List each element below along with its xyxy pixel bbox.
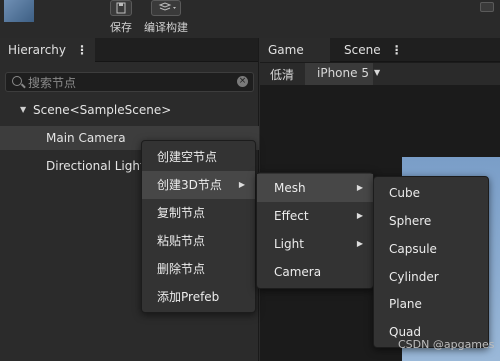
menu-item-label: Camera [274, 265, 322, 279]
menu-item-sphere[interactable]: Sphere [374, 207, 488, 235]
tab-hierarchy-label: Hierarchy [8, 43, 67, 57]
menu-item-camera[interactable]: Camera [257, 258, 373, 286]
device-label: iPhone 5 [317, 66, 369, 80]
top-toolbar: 保存 编译构建 [0, 0, 500, 38]
menu-item-paste[interactable]: 粘贴节点 [142, 227, 255, 255]
hierarchy-tabbar: Hierarchy ⋮ [0, 38, 258, 62]
submenu-arrow-icon: ▶ [356, 239, 363, 248]
submenu-mesh: Cube Sphere Capsule Cylinder Plane Quad [373, 176, 489, 348]
quality-button[interactable]: 低清 [270, 66, 294, 83]
menu-item-label: Cylinder [389, 270, 439, 284]
build-label: 编译构建 [144, 21, 188, 34]
menu-item-label: 删除节点 [157, 262, 206, 276]
menu-item-plane[interactable]: Plane [374, 290, 488, 318]
directional-light-label: Directional Light [46, 159, 145, 173]
menu-item-capsule[interactable]: Capsule [374, 235, 488, 263]
tree-row-scene[interactable]: ▼ Scene<SampleScene> [0, 98, 259, 122]
menu-item-label: 创建3D节点 [157, 178, 222, 192]
menu-item-label: 粘贴节点 [157, 234, 206, 248]
save-button[interactable]: 保存 [106, 0, 136, 35]
search-placeholder: 搜索节点 [28, 76, 77, 90]
search-icon [12, 76, 22, 86]
main-camera-label: Main Camera [46, 131, 126, 145]
submenu-arrow-icon: ▶ [356, 211, 363, 220]
menu-item-add-prefab[interactable]: 添加Prefeb [142, 283, 255, 311]
menu-item-label: Light [274, 237, 304, 251]
watermark: CSDN @apgames [398, 338, 495, 351]
menu-item-label: Plane [389, 297, 422, 311]
preview-tabbar: Game⋮ Scene ⋮ [260, 38, 500, 81]
save-label: 保存 [110, 21, 132, 34]
tab-scene[interactable]: Scene ⋮ [336, 38, 410, 62]
build-button[interactable]: 编译构建 [143, 0, 189, 35]
menu-item-label: Mesh [274, 181, 306, 195]
menu-item-cube[interactable]: Cube [374, 179, 488, 207]
submenu-3d: Mesh ▶ Effect ▶ Light ▶ Camera [256, 172, 374, 289]
menu-item-effect[interactable]: Effect ▶ [257, 202, 373, 230]
submenu-arrow-icon: ▶ [356, 183, 363, 192]
settings-icon[interactable] [480, 2, 494, 12]
menu-item-copy[interactable]: 复制节点 [142, 199, 255, 227]
menu-item-label: Quad [389, 325, 422, 339]
menu-item-label: 复制节点 [157, 206, 206, 220]
search-input[interactable]: 搜索节点 × [5, 72, 254, 92]
scene-label: Scene<SampleScene> [33, 103, 172, 117]
submenu-arrow-icon: ▶ [238, 180, 245, 189]
hierarchy-menu-icon[interactable]: ⋮ [76, 38, 88, 62]
tab-scene-label: Scene [344, 43, 381, 57]
menu-item-label: Cube [389, 186, 420, 200]
save-icon [110, 0, 132, 16]
expand-caret-icon[interactable]: ▼ [20, 98, 26, 122]
scene-thumbnail[interactable] [4, 0, 34, 22]
menu-item-create-3d[interactable]: 创建3D节点 ▶ [142, 171, 255, 199]
menu-item-cylinder[interactable]: Cylinder [374, 263, 488, 291]
scene-menu-icon[interactable]: ⋮ [391, 38, 403, 62]
tab-game-label: Game [268, 43, 304, 57]
device-dropdown-icon[interactable]: ▼ [374, 68, 380, 77]
tab-hierarchy[interactable]: Hierarchy ⋮ [0, 38, 96, 62]
layers-icon [151, 0, 181, 16]
menu-item-label: 添加Prefeb [157, 290, 220, 304]
menu-item-label: Effect [274, 209, 309, 223]
preview-subbar: 低清 iPhone 5 ▼ [260, 63, 500, 85]
menu-item-mesh[interactable]: Mesh ▶ [257, 174, 373, 202]
clear-search-icon[interactable]: × [237, 76, 248, 87]
menu-item-label: Capsule [389, 242, 437, 256]
tab-game[interactable]: Game⋮ [260, 38, 330, 81]
menu-item-label: 创建空节点 [157, 150, 218, 164]
context-menu: 创建空节点 创建3D节点 ▶ 复制节点 粘贴节点 删除节点 添加Prefeb [141, 140, 256, 313]
menu-item-delete[interactable]: 删除节点 [142, 255, 255, 283]
menu-item-light[interactable]: Light ▶ [257, 230, 373, 258]
menu-item-create-empty[interactable]: 创建空节点 [142, 143, 255, 171]
menu-item-label: Sphere [389, 214, 432, 228]
